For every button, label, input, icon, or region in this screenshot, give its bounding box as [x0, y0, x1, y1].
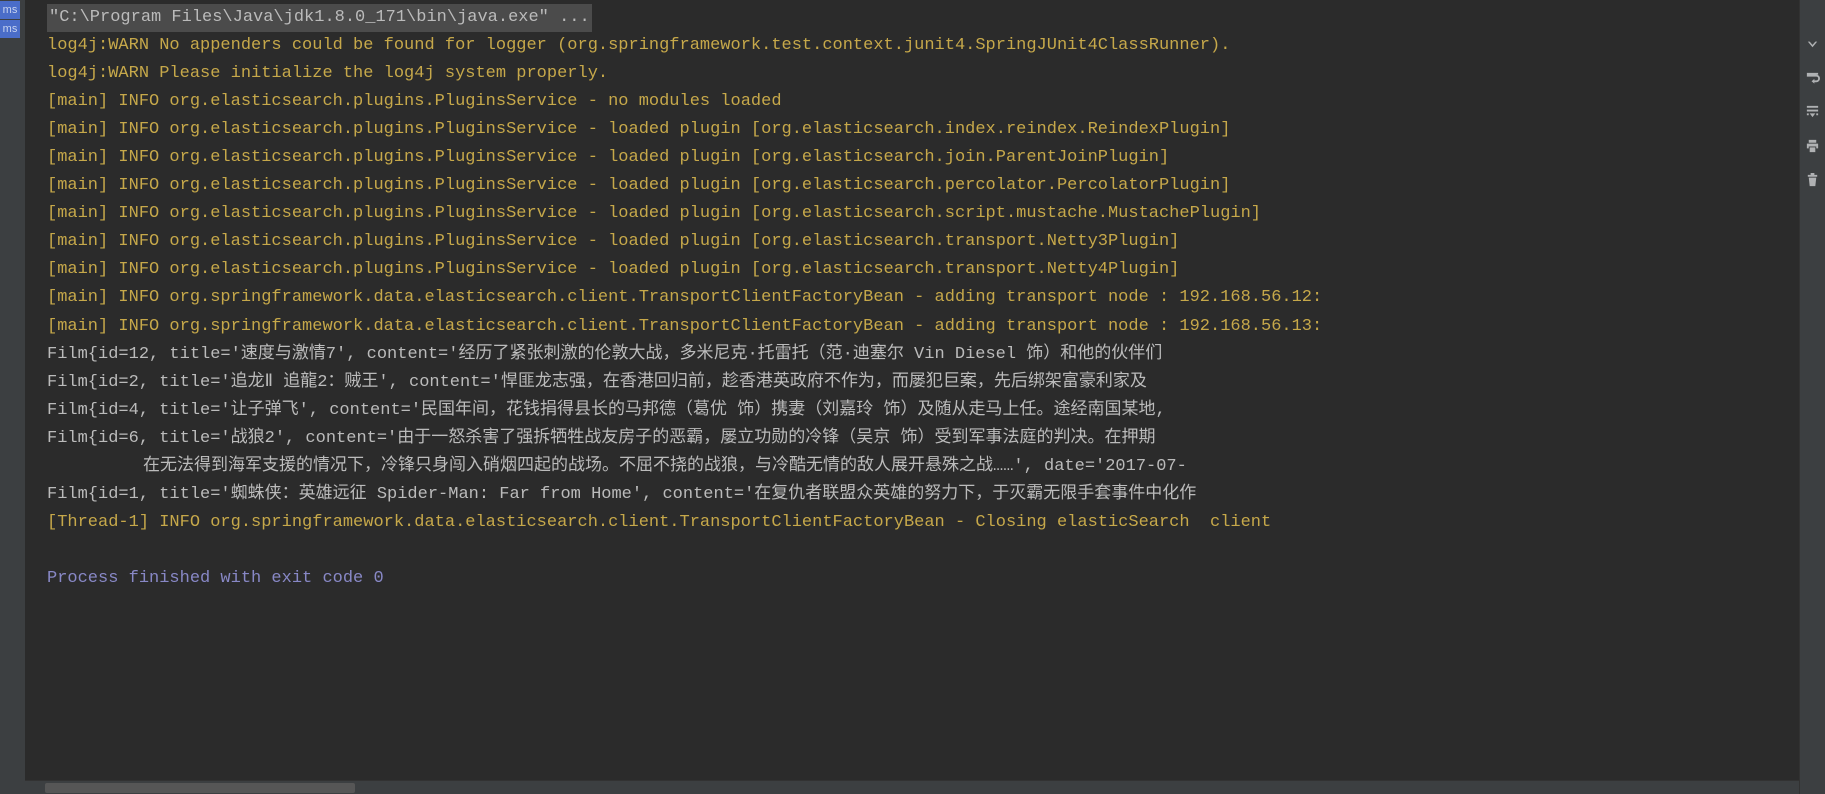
- console-log-line: Film{id=4, title='让子弹飞', content='民国年间，花…: [47, 397, 1799, 425]
- scroll-to-end-icon[interactable]: [1805, 103, 1821, 119]
- console-empty-line: [47, 537, 1799, 565]
- gutter-badge-ms[interactable]: ms: [0, 20, 20, 38]
- console-log-line: [main] INFO org.elasticsearch.plugins.Pl…: [47, 88, 1799, 116]
- gutter-badge-ms[interactable]: ms: [0, 1, 20, 19]
- console-log-line: [main] INFO org.springframework.data.ela…: [47, 313, 1799, 341]
- console-log-line: log4j:WARN No appenders could be found f…: [47, 32, 1799, 60]
- print-icon[interactable]: [1805, 137, 1821, 153]
- console-log-line: Film{id=12, title='速度与激情7', content='经历了…: [47, 341, 1799, 369]
- down-arrow-icon[interactable]: [1805, 35, 1821, 51]
- scrollbar-thumb[interactable]: [45, 783, 355, 793]
- soft-wrap-icon[interactable]: [1805, 69, 1821, 85]
- right-toolbar: [1799, 0, 1825, 794]
- console-log-line: [main] INFO org.elasticsearch.plugins.Pl…: [47, 116, 1799, 144]
- console-log-line: [main] INFO org.elasticsearch.plugins.Pl…: [47, 256, 1799, 284]
- console-log-line: Film{id=2, title='追龙Ⅱ 追龍2：贼王', content='…: [47, 369, 1799, 397]
- console-log-line: log4j:WARN Please initialize the log4j s…: [47, 60, 1799, 88]
- console-output[interactable]: "C:\Program Files\Java\jdk1.8.0_171\bin\…: [25, 0, 1799, 766]
- console-log-line: [main] INFO org.elasticsearch.plugins.Pl…: [47, 228, 1799, 256]
- trash-icon[interactable]: [1805, 171, 1821, 187]
- left-gutter: ms ms: [0, 0, 25, 794]
- console-log-line: [main] INFO org.springframework.data.ela…: [47, 284, 1799, 312]
- console-log-line: Film{id=1, title='蜘蛛侠：英雄远征 Spider-Man: F…: [47, 481, 1799, 509]
- console-log-line: Film{id=6, title='战狼2', content='由于一怒杀害了…: [47, 425, 1799, 453]
- console-log-line: [main] INFO org.elasticsearch.plugins.Pl…: [47, 144, 1799, 172]
- console-log-line: 在无法得到海军支援的情况下，冷锋只身闯入硝烟四起的战场。不屈不挠的战狼，与冷酷无…: [47, 453, 1799, 481]
- console-log-line: [main] INFO org.elasticsearch.plugins.Pl…: [47, 200, 1799, 228]
- console-command-line: "C:\Program Files\Java\jdk1.8.0_171\bin\…: [47, 4, 1799, 32]
- horizontal-scrollbar[interactable]: [25, 780, 1799, 794]
- console-log-line: [main] INFO org.elasticsearch.plugins.Pl…: [47, 172, 1799, 200]
- console-log-line: [Thread-1] INFO org.springframework.data…: [47, 509, 1799, 537]
- console-exit-message: Process finished with exit code 0: [47, 565, 1799, 593]
